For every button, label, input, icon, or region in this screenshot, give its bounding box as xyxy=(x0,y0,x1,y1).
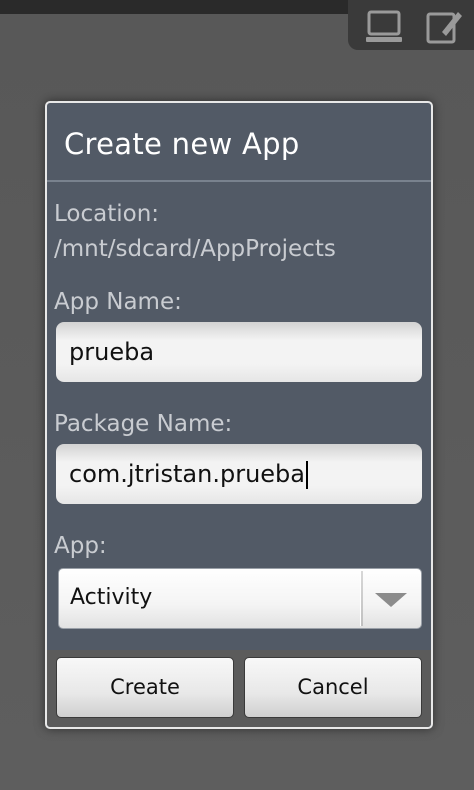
cancel-button[interactable]: Cancel xyxy=(244,657,422,718)
dropdown-arrow-icon xyxy=(375,593,407,607)
app-name-label: App Name: xyxy=(54,289,182,315)
dialog-title: Create new App xyxy=(64,127,300,161)
text-cursor xyxy=(305,461,308,489)
app-type-spinner[interactable]: Activity xyxy=(58,568,422,629)
package-name-label: Package Name: xyxy=(54,411,233,437)
create-app-dialog: Create new App Location: /mnt/sdcard/App… xyxy=(45,101,433,729)
location-path: /mnt/sdcard/AppProjects xyxy=(54,236,336,262)
package-name-field[interactable]: com.jtristan.prueba xyxy=(56,444,422,504)
background-toolbar xyxy=(348,0,474,50)
app-name-field[interactable]: prueba xyxy=(56,322,422,382)
app-name-value: prueba xyxy=(69,338,155,366)
edit-icon[interactable] xyxy=(424,8,464,46)
package-name-value: com.jtristan.prueba xyxy=(69,460,305,488)
spinner-divider xyxy=(360,571,363,626)
button-bar: Create Cancel xyxy=(47,650,431,727)
title-divider xyxy=(47,180,431,182)
monitor-icon[interactable] xyxy=(364,8,404,46)
app-type-selected: Activity xyxy=(70,585,153,610)
location-label: Location: xyxy=(54,201,160,227)
create-button[interactable]: Create xyxy=(56,657,234,718)
app-type-label: App: xyxy=(54,533,107,559)
